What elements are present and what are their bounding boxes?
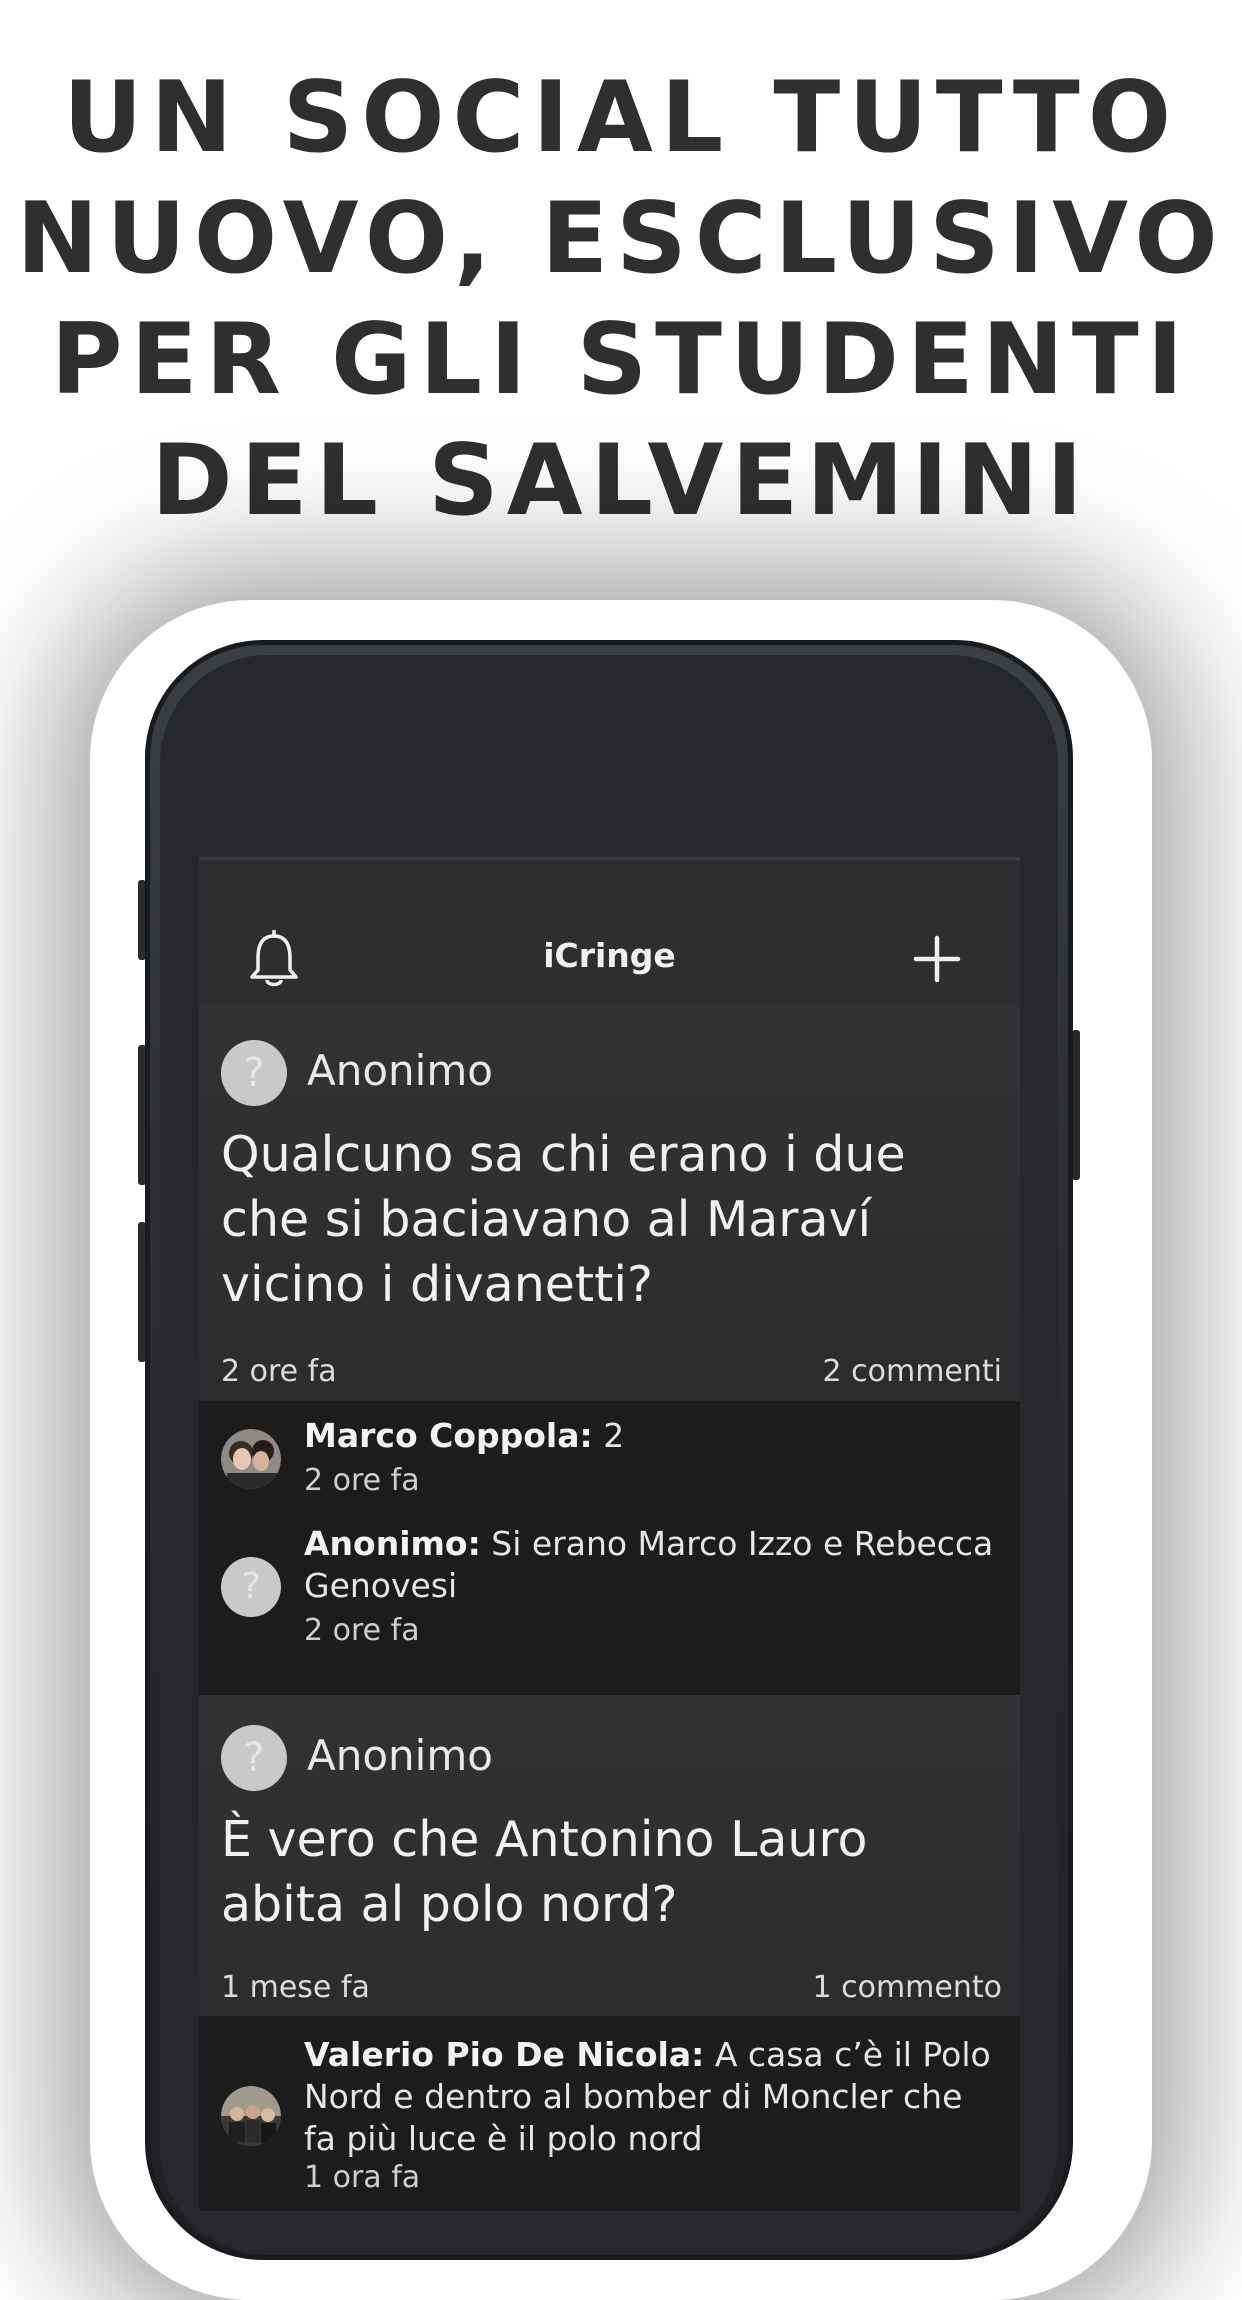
app-screen: iCringe ? Anonimo Qualcuno sa chi erano … xyxy=(199,857,1020,2211)
anonymous-avatar: ? xyxy=(221,1557,281,1617)
plus-icon[interactable] xyxy=(913,935,961,983)
comment-text: Anonimo: Si erano Marco Izzo e Rebecca G… xyxy=(304,1523,1004,1607)
post-card[interactable]: ? Anonimo È vero che Antonino Lauro abit… xyxy=(199,1695,1020,2016)
post-text: Qualcuno sa chi erano i due che si bacia… xyxy=(221,1126,906,1313)
comments-section: Valerio Pio De Nicola: A casa c’è il Pol… xyxy=(199,2016,1020,2211)
headline-line-1: UN SOCIAL TUTTO xyxy=(62,61,1180,175)
anonymous-avatar: ? xyxy=(221,1040,287,1106)
headline-line-3: PER GLI STUDENTI xyxy=(50,303,1192,417)
comment-time: 1 ora fa xyxy=(304,2160,421,2195)
comment-author: Marco Coppola: xyxy=(304,1416,593,1455)
comment-time: 2 ore fa xyxy=(304,1613,420,1648)
comment-author: Valerio Pio De Nicola: xyxy=(304,2035,705,2074)
headline-line-4: DEL SALVEMINI xyxy=(151,424,1091,538)
nav-bar: iCringe xyxy=(199,860,1020,1006)
comment-text: Marco Coppola: 2 xyxy=(304,1415,1004,1457)
app-title: iCringe xyxy=(543,936,676,975)
phone-side-button-power xyxy=(1072,1030,1080,1180)
comment-body: 2 xyxy=(603,1416,625,1455)
post-card[interactable]: ? Anonimo Qualcuno sa chi erano i due ch… xyxy=(199,1006,1020,1401)
comment-text: Valerio Pio De Nicola: A casa c’è il Pol… xyxy=(304,2034,1004,2160)
user-avatar xyxy=(221,2086,281,2146)
post-time: 1 mese fa xyxy=(221,1970,370,2005)
headline-line-2: NUOVO, ESCLUSIVO xyxy=(16,182,1226,296)
user-avatar xyxy=(221,1429,281,1489)
post-author: Anonimo xyxy=(307,1731,493,1780)
post-text: È vero che Antonino Lauro abita al polo … xyxy=(221,1811,868,1933)
post-comment-count[interactable]: 2 commenti xyxy=(823,1354,1003,1389)
comments-section: Marco Coppola: 2 2 ore fa ? Anonimo: Si … xyxy=(199,1401,1020,1701)
anonymous-avatar: ? xyxy=(221,1725,287,1791)
post-comment-count[interactable]: 1 commento xyxy=(812,1970,1002,2005)
post-time: 2 ore fa xyxy=(221,1354,337,1389)
comment-author: Anonimo: xyxy=(304,1524,481,1563)
comment-time: 2 ore fa xyxy=(304,1463,420,1498)
headline: UN SOCIAL TUTTO NUOVO, ESCLUSIVO PER GLI… xyxy=(0,58,1242,542)
post-author: Anonimo xyxy=(307,1046,493,1095)
